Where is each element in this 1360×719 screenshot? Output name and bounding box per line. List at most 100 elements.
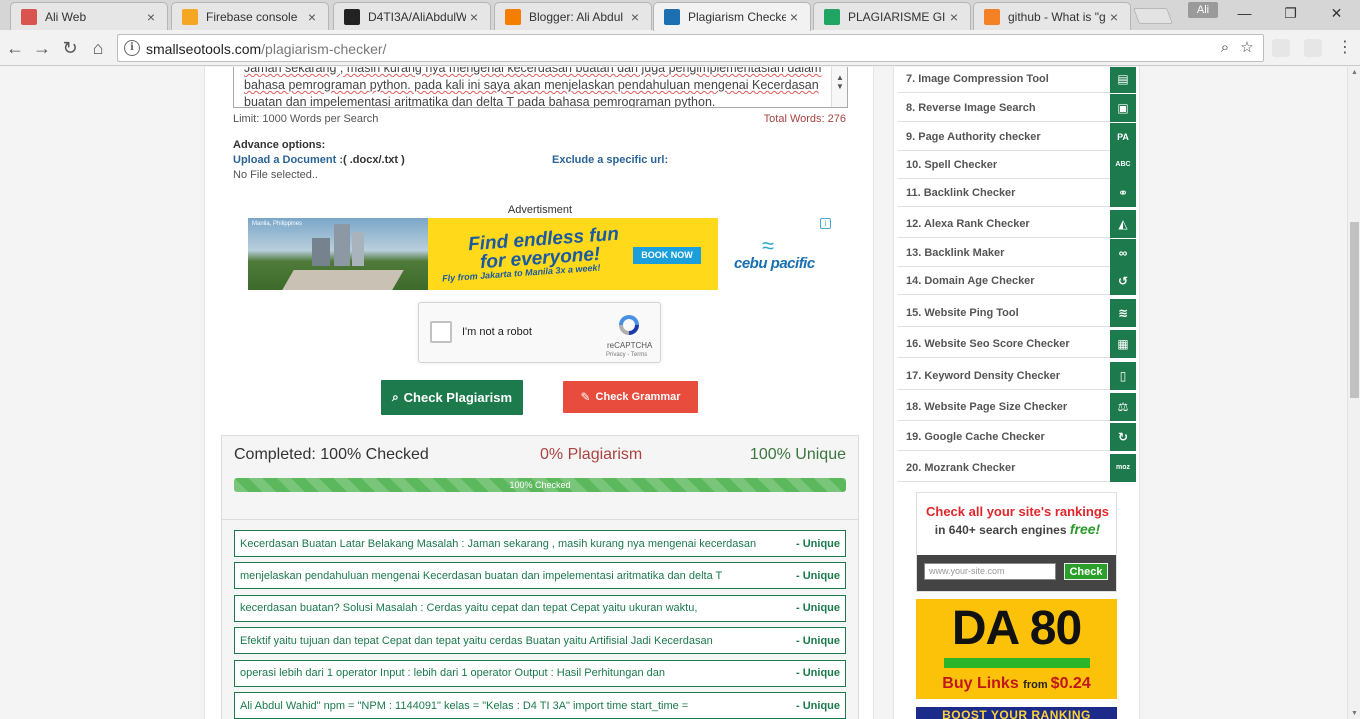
browser-tab[interactable]: Ali Web × (10, 2, 168, 30)
check-grammar-button[interactable]: ✎ Check Grammar (563, 381, 698, 413)
sidebar-tool-item[interactable]: 19. Google Cache Checker ↻ (898, 422, 1136, 451)
text-line: buatan dan impelementasi aritmatika dan … (244, 95, 716, 108)
result-row[interactable]: Ali Abdul Wahid" npm = "NPM : 1144091" k… (234, 692, 846, 719)
sidebar-tool-item[interactable]: 16. Website Seo Score Checker ▦ (898, 329, 1136, 358)
extension-icon[interactable] (1272, 39, 1290, 57)
bookmark-star-icon[interactable]: ☆ (1238, 39, 1256, 57)
promo-headline: Check all your site's rankings (926, 504, 1109, 519)
site-info-icon[interactable]: i (124, 40, 140, 56)
extension-icon[interactable] (1304, 39, 1322, 57)
close-tab-icon[interactable]: × (304, 9, 320, 25)
minimize-icon[interactable]: — (1222, 0, 1267, 28)
url-host: smallseotools.com (146, 41, 262, 57)
check-plagiarism-button[interactable]: ⌕ Check Plagiarism (381, 380, 523, 415)
sidebar-tool-item[interactable]: 9. Page Authority checker PA (898, 122, 1136, 151)
result-sentence: operasi lebih dari 1 operator Input : le… (240, 667, 665, 680)
result-row[interactable]: menjelaskan pendahuluan mengenai Kecerda… (234, 562, 846, 590)
text-input-area[interactable]: Jaman sekarang , masih kurang nya mengen… (233, 67, 848, 108)
menu-icon[interactable]: ⋮ (1333, 36, 1357, 60)
home-icon[interactable]: ⌂ (86, 36, 110, 60)
advance-options-title: Advance options: (233, 139, 326, 151)
sidebar-tool-item[interactable]: 8. Reverse Image Search ▣ (898, 93, 1136, 122)
url-text[interactable]: smallseotools.com/plagiarism-checker/ (146, 41, 386, 57)
close-tab-icon[interactable]: × (627, 9, 643, 25)
browser-tab[interactable]: github - What is "g × (973, 2, 1131, 30)
exclude-url-link[interactable]: Exclude a specific url: (552, 154, 668, 166)
calculator-icon: ▦ (1110, 329, 1136, 358)
sidebar-tool-item[interactable]: 14. Domain Age Checker ↺ (898, 266, 1136, 295)
restore-icon[interactable]: ❐ (1268, 0, 1313, 28)
promo-divider (944, 658, 1090, 668)
close-tab-icon[interactable]: × (466, 9, 482, 25)
site-url-input[interactable]: www.your-site.com (924, 563, 1056, 580)
promo-check-button[interactable]: Check (1064, 563, 1108, 580)
scroll-down-icon[interactable]: ▼ (836, 78, 844, 95)
close-tab-icon[interactable]: × (786, 9, 802, 25)
boost-ranking-promo[interactable]: BOOST YOUR RANKING (916, 707, 1117, 719)
chain-icon: ∞ (1110, 238, 1136, 267)
rank-checker-promo[interactable]: Check all your site's rankings in 640+ s… (916, 492, 1117, 592)
sidebar-tool-item[interactable]: 17. Keyword Density Checker ▯ (898, 361, 1136, 390)
sidebar-tool-item[interactable]: 11. Backlink Checker ⚭ (898, 178, 1136, 207)
close-tab-icon[interactable]: × (946, 9, 962, 25)
pa-icon: PA (1110, 122, 1136, 151)
moz-icon: moz (1110, 453, 1136, 482)
da-headline: DA 80 (951, 602, 1082, 655)
address-bar[interactable]: i smallseotools.com/plagiarism-checker/ … (117, 34, 1264, 62)
close-window-icon[interactable]: ✕ (1314, 0, 1359, 28)
adchoices-icon[interactable]: i (820, 218, 831, 229)
sidebar-tool-item[interactable]: 18. Website Page Size Checker ⚖ (898, 392, 1136, 421)
sidebar-tool-item[interactable]: 20. Mozrank Checker moz (898, 453, 1136, 482)
da80-promo[interactable]: DA 80 Buy Links from $0.24 (916, 599, 1117, 699)
result-row[interactable]: Efektif yaitu tujuan dan tepat Cepat dan… (234, 627, 846, 655)
progress-bar: 100% Checked (234, 478, 846, 492)
result-row[interactable]: kecerdasan buatan? Solusi Masalah : Cerd… (234, 594, 846, 622)
reload-icon[interactable]: ↻ (58, 36, 82, 60)
brand-name: cebu pacific (734, 255, 815, 272)
upload-document-link[interactable]: Upload a Document :( .docx/.txt ) (233, 154, 405, 166)
page-scrollbar[interactable]: ▲ ▼ (1347, 67, 1360, 719)
browser-tab[interactable]: Plagiarism Checke × (653, 2, 811, 31)
close-tab-icon[interactable]: × (143, 9, 159, 25)
scroll-thumb[interactable] (1350, 222, 1359, 398)
profile-button[interactable]: Ali (1188, 2, 1218, 18)
unique-status: - Unique (796, 667, 840, 680)
result-row[interactable]: operasi lebih dari 1 operator Input : le… (234, 659, 846, 687)
sidebar-tool-item[interactable]: 13. Backlink Maker ∞ (898, 238, 1136, 267)
result-row[interactable]: Kecerdasan Buatan Latar Belakang Masalah… (234, 530, 846, 557)
google-drive-icon (824, 8, 840, 25)
sidebar-tool-item[interactable]: 7. Image Compression Tool ▤ (898, 67, 1136, 93)
smallseotools-icon (664, 9, 680, 25)
tab-strip: Ali — ❐ ✕ Ali Web × Firebase console × D4TI3… (0, 0, 1360, 31)
search-icon[interactable]: ⌕ (1216, 39, 1234, 57)
promo-form: www.your-site.com Check (917, 555, 1116, 591)
recaptcha-terms-link[interactable]: Privacy - Terms (606, 352, 647, 358)
new-tab-button[interactable] (1133, 8, 1173, 24)
sidebar-tool-label: 15. Website Ping Tool (906, 306, 1019, 319)
sidebar-tool-label: 19. Google Cache Checker (906, 430, 1045, 443)
tab-title: Firebase console (206, 9, 298, 24)
cebu-pacific-ad[interactable]: Manila, Philippines Find endless fun for… (248, 218, 831, 290)
sidebar-tool-item[interactable]: 15. Website Ping Tool ≋ (898, 298, 1136, 327)
image-icon: ▣ (1110, 93, 1136, 122)
browser-tab[interactable]: Firebase console × (171, 2, 329, 30)
result-sentence: Efektif yaitu tujuan dan tepat Cepat dan… (240, 634, 713, 647)
close-tab-icon[interactable]: × (1106, 9, 1122, 25)
back-icon[interactable]: ← (3, 36, 27, 60)
recaptcha-checkbox[interactable] (430, 321, 452, 343)
book-now-button[interactable]: BOOK NOW (633, 247, 701, 264)
sidebar-tool-item[interactable]: 12. Alexa Rank Checker ◭ (898, 209, 1136, 238)
promo-free-text: free! (1069, 521, 1101, 537)
unique-status: - Unique (796, 634, 840, 647)
sidebar-tool-item[interactable]: 10. Spell Checker ABC (898, 150, 1136, 179)
area-chart-icon: ◭ (1110, 209, 1136, 238)
scroll-down-icon[interactable]: ▼ (1351, 710, 1358, 717)
browser-tab[interactable]: Blogger: Ali Abdul × (494, 2, 652, 30)
browser-tab[interactable]: PLAGIARISME GIS × (813, 2, 971, 30)
scroll-up-icon[interactable]: ▲ (1351, 69, 1358, 76)
textarea-scrollbar[interactable]: ▲ ▼ (831, 67, 847, 107)
forward-icon[interactable]: → (30, 36, 54, 60)
promo-subline: in 640+ search engines free! (917, 521, 1118, 537)
tab-title: Plagiarism Checke (688, 10, 786, 24)
browser-tab[interactable]: D4TI3A/AliAbdulW × (333, 2, 491, 30)
